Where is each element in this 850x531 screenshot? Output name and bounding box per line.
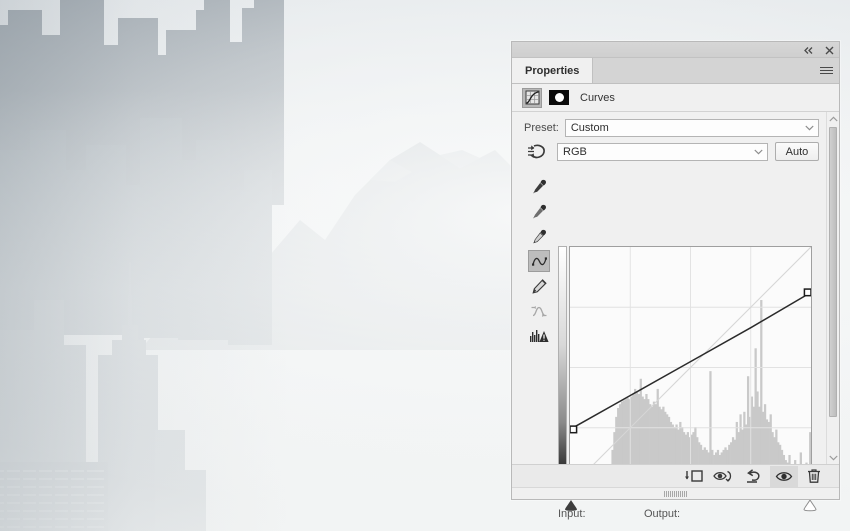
- panel-menu-button[interactable]: [813, 58, 839, 83]
- hamburger-menu-icon: [819, 65, 833, 76]
- output-gradient-bar: [558, 246, 567, 492]
- draw-curve-pencil-tool[interactable]: [528, 275, 550, 297]
- adjustment-title: Curves: [580, 91, 615, 104]
- curve-tool-icon: [531, 256, 547, 266]
- input-label: Input:: [558, 508, 586, 520]
- clip-to-layer-button[interactable]: [680, 466, 708, 487]
- smooth-curve-icon: [531, 305, 547, 317]
- panel-body: Preset: Custom RGB Auto Input: Output:: [512, 112, 839, 520]
- channel-row: RGB Auto: [512, 137, 839, 161]
- preset-dropdown[interactable]: Custom: [564, 119, 819, 137]
- output-label: Output:: [644, 508, 681, 520]
- trash-icon: [808, 469, 820, 483]
- properties-panel: Properties Curves Preset: Custom RGB Aut…: [511, 41, 840, 520]
- toggle-layer-visibility-button[interactable]: [770, 465, 798, 487]
- resize-grip-icon: [664, 490, 687, 497]
- preset-value: Custom: [570, 122, 609, 134]
- histogram-warning-icon: [529, 329, 549, 342]
- on-image-adjustment-icon: [528, 144, 545, 158]
- curves-graph-area: [558, 246, 817, 512]
- screen: Properties Curves Preset: Custom RGB Aut…: [0, 0, 850, 531]
- output-readout: Output:: [644, 508, 680, 520]
- chevron-down-icon: [805, 125, 814, 131]
- sample-black-point-eyedropper[interactable]: [528, 175, 550, 197]
- curves-svg: [570, 247, 811, 488]
- preset-label: Preset:: [524, 122, 559, 134]
- edit-points-curve-tool[interactable]: [528, 250, 550, 272]
- auto-button[interactable]: Auto: [775, 142, 819, 161]
- chevron-down-icon: [754, 149, 763, 155]
- delete-adjustment-layer-button[interactable]: [800, 466, 828, 487]
- channel-value: RGB: [563, 145, 587, 158]
- input-output-readout: Input: Output:: [558, 508, 812, 520]
- adjustment-header: Curves: [512, 84, 839, 112]
- scroll-down-button[interactable]: [827, 451, 839, 464]
- tab-bar-filler: [593, 58, 813, 83]
- eye-with-arrow-icon: [713, 470, 732, 482]
- auto-button-label: Auto: [785, 145, 809, 158]
- chevron-down-icon: [828, 455, 838, 461]
- scrollbar-track[interactable]: [827, 125, 839, 451]
- curves-tool-strip: [526, 175, 552, 347]
- smooth-curve-values-button[interactable]: [528, 300, 550, 322]
- toggle-previous-state-button[interactable]: [710, 466, 738, 487]
- eye-icon: [775, 471, 793, 481]
- close-x-icon: [825, 46, 833, 54]
- panel-footer: [512, 464, 839, 487]
- reset-adjustment-button[interactable]: [740, 466, 768, 487]
- eyedropper-icon: [532, 179, 546, 194]
- tab-properties[interactable]: Properties: [512, 58, 594, 83]
- curves-grid-icon: [525, 90, 539, 105]
- input-readout: Input:: [558, 508, 644, 520]
- layer-mask-thumbnail[interactable]: [549, 90, 569, 105]
- preset-row: Preset: Custom: [512, 112, 839, 137]
- panel-tab-bar: Properties: [512, 58, 839, 84]
- panel-titlebar: [512, 42, 839, 58]
- sample-gray-point-eyedropper[interactable]: [528, 200, 550, 222]
- chevron-up-icon: [828, 115, 838, 121]
- close-panel-button[interactable]: [823, 44, 835, 56]
- collapse-to-icons-button[interactable]: [802, 44, 814, 56]
- clipping-warning-indicator[interactable]: [528, 325, 550, 347]
- eyedropper-icon: [532, 204, 546, 219]
- curves-plot[interactable]: [569, 246, 812, 489]
- scrollbar-thumb[interactable]: [829, 127, 837, 417]
- sample-white-point-eyedropper[interactable]: [528, 225, 550, 247]
- scroll-up-button[interactable]: [827, 112, 839, 125]
- curves-adjustment-icon[interactable]: [522, 87, 542, 108]
- clip-to-layer-icon: [685, 470, 703, 482]
- channel-dropdown[interactable]: RGB: [557, 142, 768, 161]
- reset-arrow-icon: [747, 468, 760, 483]
- mask-white-dot: [554, 93, 564, 102]
- panel-vertical-scrollbar[interactable]: [826, 112, 839, 464]
- on-image-adjustment-tool[interactable]: [524, 143, 550, 161]
- pencil-icon: [531, 278, 547, 294]
- eyedropper-icon: [532, 229, 546, 244]
- double-chevron-left-icon: [803, 46, 812, 54]
- panel-resize-grip[interactable]: [512, 487, 839, 499]
- tab-properties-label: Properties: [525, 64, 580, 77]
